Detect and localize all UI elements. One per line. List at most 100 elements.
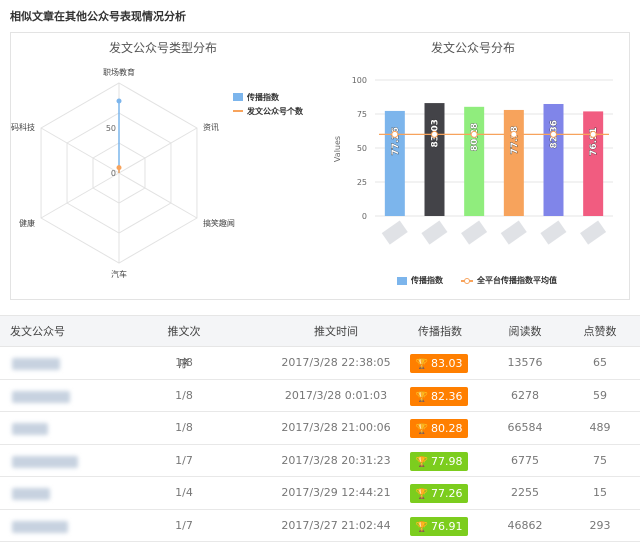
legend-line-marker xyxy=(233,110,243,112)
radar-chart: 职场教育资讯搞笑趣闻汽车 健康 数码科技 0 50 xyxy=(11,67,235,279)
trophy-icon: 🏆 xyxy=(415,359,428,370)
header-account: 发文公众号 xyxy=(10,325,65,338)
table-row[interactable]: 1/8 2017/3/28 0:01:03 🏆 82.36 6278 59 xyxy=(0,380,640,412)
bar-legend-label-1[interactable]: 传播指数 xyxy=(411,275,443,286)
bar-y-tick-label: 100 xyxy=(352,76,367,85)
index-badge: 🏆 76.91 xyxy=(410,516,468,536)
trophy-icon: 🏆 xyxy=(415,391,428,403)
cell-time: 2017/3/28 21:00:06 xyxy=(281,421,391,434)
cell-time: 2017/3/28 22:38:05 xyxy=(281,356,391,369)
radar-legend: 传播指数 发文公众号个数 xyxy=(233,91,303,117)
index-badge: 🏆 80.28 xyxy=(410,419,468,438)
account-name-blurred[interactable] xyxy=(12,520,68,533)
header-reads: 阅读数 xyxy=(508,325,542,338)
bar-average-point xyxy=(470,130,478,138)
table-row[interactable]: 1/7 2017/3/27 21:02:44 🏆 76.91 46862 293 xyxy=(0,510,640,542)
cell-likes: 15 xyxy=(593,486,607,499)
cell-order: 1/4 xyxy=(175,486,193,499)
radar-axis-labels: 职场教育资讯搞笑趣闻汽车 健康 数码科技 xyxy=(11,67,235,279)
radar-point xyxy=(116,165,122,171)
radar-legend-label-2: 发文公众号个数 xyxy=(247,106,303,116)
bar-y-tick-label: 50 xyxy=(357,144,367,153)
trophy-icon: 🏆 xyxy=(415,456,428,468)
account-name-blurred[interactable] xyxy=(12,423,48,435)
radar-series xyxy=(116,98,122,173)
bar xyxy=(503,109,524,216)
trophy-icon: 🏆 xyxy=(415,521,428,533)
header-likes: 点赞数 xyxy=(583,325,617,338)
account-name-blurred[interactable] xyxy=(12,358,60,370)
index-badge: 🏆 77.26 xyxy=(410,484,468,503)
articles-table: 发文公众号 推文次序 推文时间 传播指数 阅读数 点赞数 1/8 2017/3/… xyxy=(0,315,640,542)
bar-y-axis-label: Values xyxy=(333,136,342,162)
cell-time: 2017/3/28 0:01:03 xyxy=(284,388,388,402)
index-value: 80.28 xyxy=(430,422,463,435)
radar-spoke xyxy=(40,172,120,219)
radar-tick-label: 0 xyxy=(111,169,116,178)
bar-y-ticks: 0 25 50 75 100 xyxy=(352,76,367,221)
index-value: 83.03 xyxy=(430,357,463,370)
account-name-blurred[interactable] xyxy=(12,488,50,500)
radar-axis-label: 数码科技 xyxy=(11,122,35,132)
bar-average-point xyxy=(391,130,399,138)
radar-axis-label: 搞笑趣闻 xyxy=(203,218,235,228)
radar-legend-label-1: 传播指数 xyxy=(247,92,279,102)
radar-point xyxy=(116,98,122,104)
charts-panel: 发文公众号类型分布 发文公众号分布 职场教育资讯搞笑趣闻汽车健康数码科技 050… xyxy=(10,32,630,300)
cell-reads: 46862 xyxy=(507,518,543,532)
bar-average-line xyxy=(379,130,609,138)
bar-x-label-blurred xyxy=(580,220,607,245)
header-time: 推文时间 xyxy=(314,325,358,338)
bar-x-label-blurred xyxy=(500,220,527,245)
index-badge: 🏆 83.03 xyxy=(410,354,468,373)
cell-time: 2017/3/27 21:02:44 xyxy=(281,518,391,532)
cell-reads: 66584 xyxy=(507,421,543,434)
index-value: 77.98 xyxy=(430,454,463,468)
account-name-blurred[interactable] xyxy=(12,455,78,468)
cell-time: 2017/3/28 20:31:23 xyxy=(281,453,391,467)
bar-average-point xyxy=(589,130,597,138)
bar-x-label-blurred xyxy=(381,220,408,245)
radar-legend-item[interactable]: 发文公众号个数 xyxy=(233,105,303,117)
bar-y-tick-label: 25 xyxy=(357,178,367,187)
bar-x-label-blurred xyxy=(540,220,567,245)
radar-tick-labels: 0 50 xyxy=(106,124,116,178)
bar-gridlines xyxy=(375,79,613,217)
bar-legend-label-2[interactable]: 全平台传播指数平均值 xyxy=(477,275,557,286)
table-row[interactable]: 1/8 2017/3/28 21:00:06 🏆 80.28 66584 489 xyxy=(0,412,640,445)
radar-tick-label: 50 xyxy=(106,124,116,133)
cell-reads: 2255 xyxy=(511,486,539,499)
account-name-blurred[interactable] xyxy=(12,390,70,403)
cell-order: 1/8 xyxy=(175,388,193,402)
header-index: 传播指数 xyxy=(418,325,462,338)
bar xyxy=(384,110,405,216)
cell-likes: 293 xyxy=(589,518,611,532)
table-header: 发文公众号 推文次序 推文时间 传播指数 阅读数 点赞数 xyxy=(0,315,640,370)
trophy-icon: 🏆 xyxy=(415,489,428,500)
radar-axis-label: 资讯 xyxy=(203,122,219,132)
table-row[interactable]: 1/7 2017/3/28 20:31:23 🏆 77.98 6775 75 xyxy=(0,445,640,477)
radar-axis-label: 职场教育 xyxy=(103,67,135,77)
radar-spoke xyxy=(118,172,198,219)
radar-legend-item[interactable]: 传播指数 xyxy=(233,91,303,103)
radar-spoke xyxy=(118,127,198,174)
index-badge: 🏆 82.36 xyxy=(410,386,468,406)
radar-axis-label: 汽车 xyxy=(111,269,127,279)
cell-reads: 6775 xyxy=(511,453,539,467)
bar-legend: 传播指数 全平台传播指数平均值 xyxy=(397,275,557,286)
cell-likes: 489 xyxy=(589,421,611,434)
cell-order: 1/8 xyxy=(175,356,193,369)
bar-x-label-blurred xyxy=(461,220,488,245)
bar-average-point xyxy=(510,130,518,138)
cell-reads: 6278 xyxy=(511,388,539,402)
cell-order: 1/7 xyxy=(175,453,193,467)
table-row[interactable]: 1/4 2017/3/29 12:44:21 🏆 77.26 2255 15 xyxy=(0,477,640,510)
legend-swatch xyxy=(233,93,243,101)
table-row[interactable]: 1/8 2017/3/28 22:38:05 🏆 83.03 13576 65 xyxy=(0,347,640,380)
index-value: 77.26 xyxy=(430,487,463,500)
cell-likes: 59 xyxy=(593,388,607,402)
cell-order: 1/7 xyxy=(175,518,193,532)
bar-y-tick-label: 0 xyxy=(362,212,367,221)
radar-axis-label: 健康 xyxy=(19,218,35,228)
trophy-icon: 🏆 xyxy=(415,424,428,435)
